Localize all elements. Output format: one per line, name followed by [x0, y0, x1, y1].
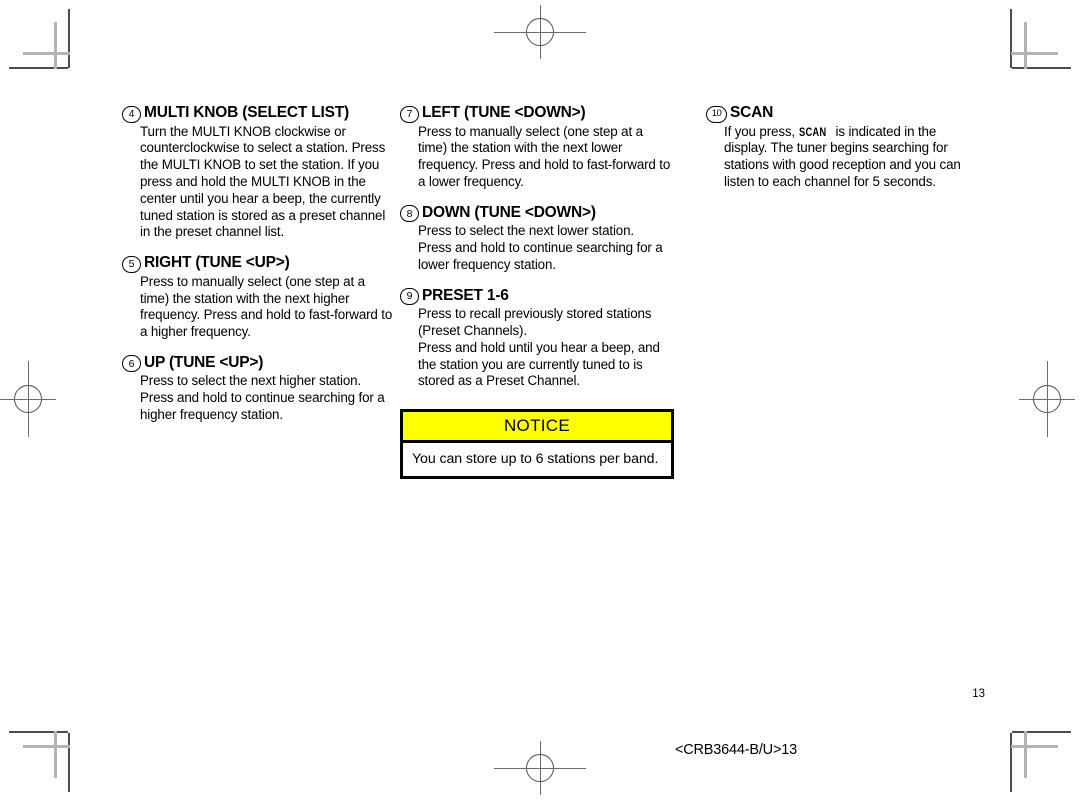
entry-scan: 10 SCAN If you press, SCAN is indicated … [706, 104, 978, 191]
scan-text-before: If you press, [724, 123, 799, 139]
entry-title: UP (TUNE <UP>) [144, 353, 264, 371]
entry-up-tune-up: 6 UP (TUNE <UP>) Press to select the nex… [122, 354, 394, 424]
entry-paragraph: Press and hold to continue searching for… [418, 240, 663, 272]
entry-heading: 6 UP (TUNE <UP>) [122, 354, 394, 373]
entry-body: Press to manually select (one step at a … [122, 274, 394, 341]
scan-display-indicator: SCAN [798, 126, 826, 139]
circled-number-icon: 10 [706, 105, 727, 123]
entry-heading: 4 MULTI KNOB (SELECT LIST) [122, 104, 394, 123]
entry-paragraph: Press to manually select (one step at a … [418, 123, 671, 189]
entry-body: Press to select the next lower station. … [400, 223, 672, 273]
circled-number-icon: 9 [400, 288, 419, 306]
entry-heading: 10 SCAN [706, 104, 978, 123]
entry-right-tune-up: 5 RIGHT (TUNE <UP>) Press to manually se… [122, 254, 394, 341]
entry-title: LEFT (TUNE <DOWN>) [422, 104, 586, 121]
notice-body: You can store up to 6 stations per band. [412, 451, 659, 467]
entry-heading: 8 DOWN (TUNE <DOWN>) [400, 204, 672, 223]
entry-paragraph: Turn the MULTI KNOB clockwise or counter… [140, 123, 386, 240]
column-3: 10 SCAN If you press, SCAN is indicated … [706, 104, 978, 191]
circled-number-icon: 8 [400, 205, 419, 223]
entry-paragraph: Press and hold until you hear a beep, an… [418, 339, 660, 389]
entry-body: Press to manually select (one step at a … [400, 124, 672, 191]
entry-down-tune-down: 8 DOWN (TUNE <DOWN>) Press to select the… [400, 204, 672, 274]
entry-heading: 9 PRESET 1-6 [400, 287, 672, 306]
entry-title: RIGHT (TUNE <UP>) [144, 254, 290, 272]
entry-paragraph: Press to manually select (one step at a … [140, 273, 393, 340]
entry-body: Press to select the next higher station.… [122, 373, 394, 423]
entry-title: PRESET 1-6 [422, 286, 509, 304]
entry-paragraph: Press to recall previously stored statio… [418, 306, 652, 338]
manual-page: 4 MULTI KNOB (SELECT LIST) Turn the MULT… [0, 0, 1080, 800]
column-1: 4 MULTI KNOB (SELECT LIST) Turn the MULT… [122, 104, 394, 424]
entry-paragraph: Press and hold to continue searching for… [140, 390, 385, 423]
entry-multi-knob: 4 MULTI KNOB (SELECT LIST) Turn the MULT… [122, 104, 394, 241]
page-number: 13 [972, 688, 985, 700]
entry-body: Press to recall previously stored statio… [400, 306, 672, 390]
notice-header: NOTICE [403, 412, 671, 443]
column-2: 7 LEFT (TUNE <DOWN>) Press to manually s… [400, 104, 672, 390]
circled-number-icon: 5 [122, 255, 141, 273]
notice-box: NOTICE You can store up to 6 stations pe… [400, 409, 674, 480]
entry-title: SCAN [730, 104, 774, 121]
circled-number-icon: 4 [122, 105, 141, 123]
circled-number-icon: 6 [122, 355, 141, 373]
entry-heading: 7 LEFT (TUNE <DOWN>) [400, 104, 672, 123]
entry-body: Turn the MULTI KNOB clockwise or counter… [122, 124, 394, 242]
entry-paragraph: Press to select the next higher station. [140, 373, 362, 389]
entry-preset-1-6: 9 PRESET 1-6 Press to recall previously … [400, 287, 672, 391]
entry-paragraph: Press to select the next lower station. [418, 223, 634, 239]
circled-number-icon: 7 [400, 105, 419, 123]
entry-title: MULTI KNOB (SELECT LIST) [144, 104, 350, 121]
entry-body: If you press, SCAN is indicated in the d… [706, 124, 978, 191]
entry-heading: 5 RIGHT (TUNE <UP>) [122, 254, 394, 273]
entry-title: DOWN (TUNE <DOWN>) [422, 203, 596, 221]
entry-paragraph: If you press, SCAN is indicated in the d… [724, 124, 978, 191]
footer-document-code: <CRB3644-B/U>13 [675, 742, 797, 758]
entry-left-tune-down: 7 LEFT (TUNE <DOWN>) Press to manually s… [400, 104, 672, 191]
